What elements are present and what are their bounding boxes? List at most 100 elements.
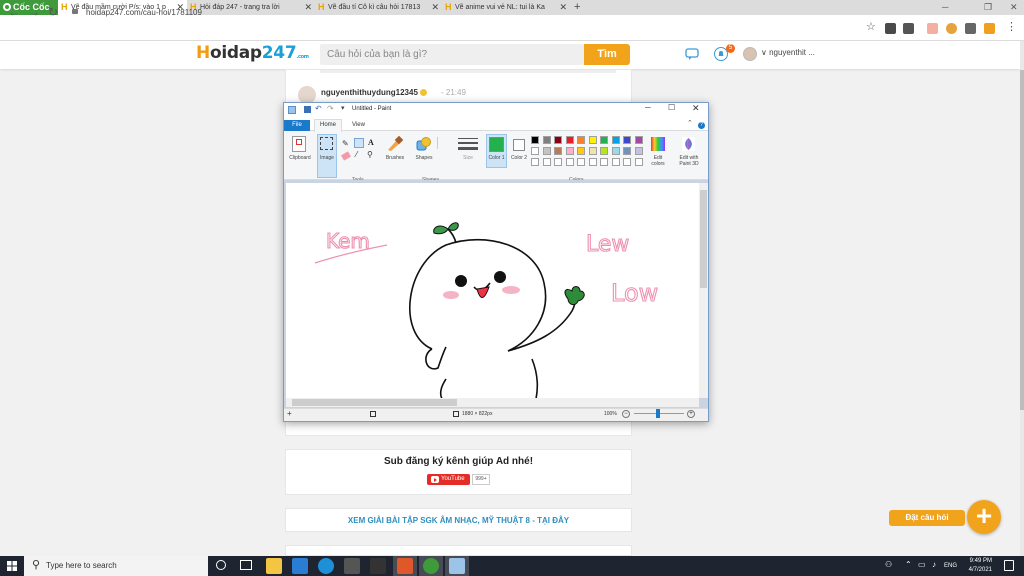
palette-swatch[interactable] bbox=[634, 136, 643, 144]
palette-swatch[interactable] bbox=[577, 158, 585, 166]
file-explorer-icon[interactable] bbox=[266, 558, 282, 574]
mail-icon[interactable] bbox=[292, 558, 308, 574]
palette-swatch[interactable] bbox=[554, 147, 562, 155]
palette-swatch[interactable] bbox=[565, 147, 574, 155]
new-tab-icon[interactable]: + bbox=[574, 0, 580, 14]
puzzle-icon[interactable] bbox=[965, 23, 976, 34]
zoom-out-icon[interactable]: − bbox=[622, 410, 630, 418]
palette-swatch[interactable] bbox=[611, 136, 620, 144]
tab-2[interactable]: H Hỏi đáp 247 - trang tra lời ✕ bbox=[187, 0, 315, 15]
shapes-label[interactable]: Shapes bbox=[411, 155, 437, 161]
palette-swatch[interactable] bbox=[577, 147, 585, 155]
palette-swatch[interactable] bbox=[542, 136, 551, 144]
tab-home[interactable]: Home bbox=[314, 119, 342, 132]
undo-icon[interactable]: ↶ bbox=[315, 104, 322, 113]
color2-swatch[interactable] bbox=[513, 139, 525, 151]
forward-icon[interactable]: → bbox=[28, 4, 40, 20]
file-menu[interactable]: File bbox=[284, 120, 310, 131]
extension-icon[interactable] bbox=[946, 23, 957, 34]
color2-label[interactable]: Color 2 bbox=[509, 155, 529, 161]
task-view-icon[interactable] bbox=[240, 560, 252, 570]
more-menu-icon[interactable]: ⋮ bbox=[1006, 20, 1017, 33]
people-icon[interactable]: ⚇ bbox=[885, 560, 892, 569]
cortana-icon[interactable] bbox=[216, 560, 226, 570]
canvas-hscroll-thumb[interactable] bbox=[292, 399, 457, 406]
back-icon[interactable]: ← bbox=[8, 4, 20, 20]
avatar[interactable] bbox=[743, 47, 757, 61]
site-logo[interactable]: Hoidap247.com bbox=[196, 43, 309, 63]
edge-icon[interactable] bbox=[318, 558, 334, 574]
edit-colors-icon[interactable] bbox=[651, 137, 665, 151]
magnifier-icon[interactable]: ⚲ bbox=[367, 150, 373, 159]
extension-icon[interactable] bbox=[984, 23, 995, 34]
add-question-button[interactable]: + bbox=[967, 500, 1001, 534]
palette-swatch[interactable] bbox=[600, 147, 608, 155]
color-picker-icon[interactable]: ⁄ bbox=[356, 150, 357, 159]
paint3d-icon[interactable] bbox=[682, 137, 695, 151]
paint-taskbar-icon[interactable] bbox=[449, 558, 465, 574]
close-tab-icon[interactable]: ✕ bbox=[431, 0, 439, 15]
paint3d-label[interactable]: Edit with Paint 3D bbox=[674, 155, 704, 167]
palette-swatch[interactable] bbox=[588, 136, 597, 144]
palette-swatch[interactable] bbox=[588, 158, 597, 166]
palette-swatch[interactable] bbox=[565, 136, 574, 144]
poster-name[interactable]: nguyenthithuydung12345 bbox=[321, 88, 428, 97]
restore-window-icon[interactable]: ❐ bbox=[984, 0, 992, 14]
palette-swatch[interactable] bbox=[588, 147, 597, 155]
clipboard-icon[interactable] bbox=[292, 136, 306, 152]
paint-close-icon[interactable]: ✕ bbox=[692, 103, 700, 114]
palette-swatch[interactable] bbox=[623, 158, 631, 166]
network-icon[interactable]: ▭ bbox=[918, 560, 926, 569]
palette-swatch[interactable] bbox=[542, 147, 551, 155]
ask-question-button[interactable]: Đặt câu hỏi bbox=[889, 510, 965, 526]
palette-swatch[interactable] bbox=[554, 158, 562, 166]
search-button[interactable]: Tìm bbox=[584, 44, 630, 65]
tab-3[interactable]: H Vẽ đầu tí Cô kì câu hỏi 17813 ✕ bbox=[315, 0, 442, 15]
quick-access-dropdown-icon[interactable]: ▾ bbox=[341, 104, 345, 112]
help-icon[interactable]: ? bbox=[698, 122, 705, 129]
url-field[interactable]: hoidap247.com/cau-hoi/1781109 bbox=[86, 5, 202, 21]
tray-up-icon[interactable]: ⌃ bbox=[905, 560, 912, 569]
page-scrollbar-thumb[interactable] bbox=[1020, 70, 1024, 410]
close-tab-icon[interactable]: ✕ bbox=[559, 0, 567, 15]
language-indicator[interactable]: ENG bbox=[944, 562, 957, 571]
tab-4[interactable]: H Vẽ anime vui vẻ NL: tui là Ka ✕ bbox=[442, 0, 570, 15]
redo-icon[interactable]: ↷ bbox=[327, 104, 334, 113]
minimize-window-icon[interactable]: ─ bbox=[942, 0, 948, 14]
volume-icon[interactable]: ♪ bbox=[932, 560, 936, 569]
store-icon[interactable] bbox=[344, 558, 360, 574]
fill-icon[interactable] bbox=[354, 138, 364, 148]
palette-swatch[interactable] bbox=[531, 147, 539, 155]
xem-giai-link[interactable]: XEM GIẢI BÀI TẬP SGK ÂM NHẠC, MỸ THUẬT 8… bbox=[285, 508, 632, 532]
palette-swatch[interactable] bbox=[623, 136, 631, 144]
palette-swatch[interactable] bbox=[634, 158, 643, 166]
brave-icon[interactable] bbox=[397, 558, 413, 574]
download-icon[interactable] bbox=[903, 23, 914, 34]
palette-swatch[interactable] bbox=[565, 158, 574, 166]
close-window-icon[interactable]: ✕ bbox=[1010, 0, 1018, 14]
chat-icon[interactable] bbox=[685, 47, 699, 61]
canvas-vscroll-thumb[interactable] bbox=[700, 190, 707, 288]
paint-maximize-icon[interactable]: ☐ bbox=[668, 103, 675, 112]
username[interactable]: ∨ nguyenthit ... bbox=[761, 48, 815, 57]
palette-swatch[interactable] bbox=[634, 147, 643, 155]
size-label[interactable]: Size bbox=[456, 155, 480, 161]
palette-swatch[interactable] bbox=[554, 136, 562, 144]
bookmark-star-icon[interactable]: ☆ bbox=[866, 20, 876, 33]
extension-icon[interactable] bbox=[927, 23, 938, 34]
windows-start-icon[interactable] bbox=[7, 561, 17, 571]
edit-colors-label[interactable]: Edit colors bbox=[647, 155, 669, 167]
zoom-in-icon[interactable]: + bbox=[687, 410, 695, 418]
zoom-slider-thumb[interactable] bbox=[656, 409, 660, 418]
extension-icon[interactable] bbox=[885, 23, 896, 34]
palette-swatch[interactable] bbox=[600, 136, 608, 144]
paint-minimize-icon[interactable]: ─ bbox=[645, 103, 651, 112]
palette-swatch[interactable] bbox=[531, 158, 539, 166]
youtube-button[interactable]: YouTube bbox=[427, 474, 470, 485]
taskbar-search-input[interactable]: Type here to search bbox=[24, 556, 208, 576]
save-icon[interactable] bbox=[304, 106, 311, 113]
collapse-ribbon-icon[interactable]: ⌃ bbox=[687, 119, 693, 127]
clipboard-label[interactable]: Clipboard bbox=[285, 155, 315, 161]
brushes-label[interactable]: Brushes bbox=[382, 155, 408, 161]
reload-icon[interactable]: ↻ bbox=[48, 4, 58, 20]
